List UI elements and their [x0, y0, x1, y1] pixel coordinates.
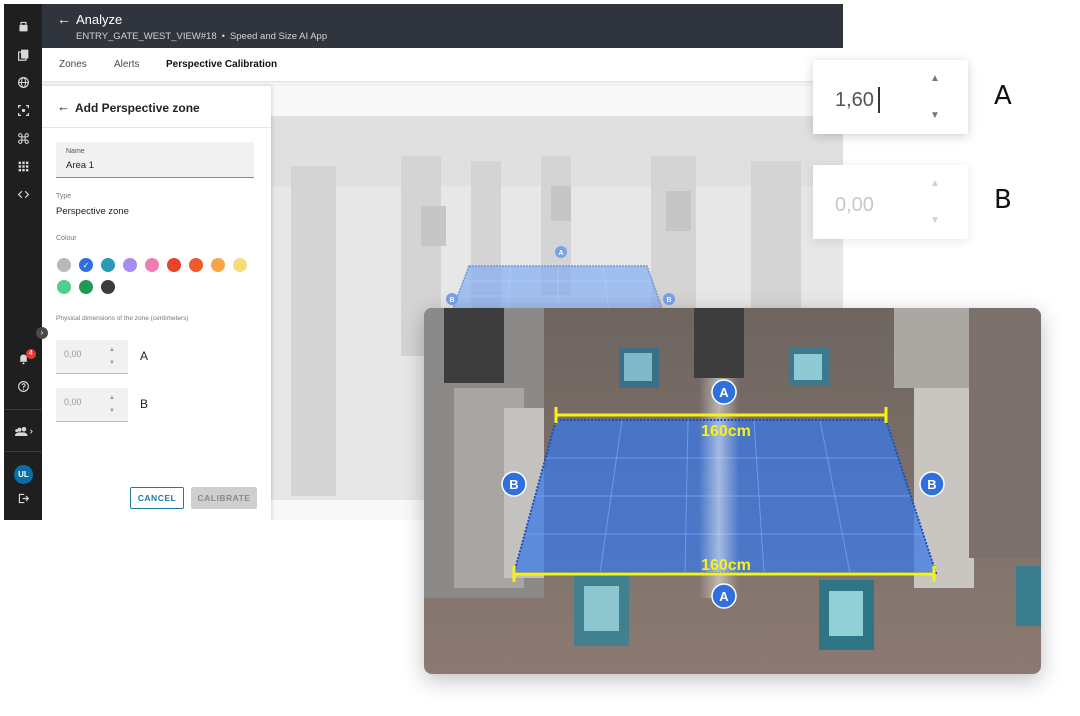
dimensions-label: Physical dimensions of the zone (centime… — [56, 315, 189, 322]
help-icon[interactable] — [13, 376, 33, 396]
colour-swatch[interactable] — [145, 258, 159, 272]
colour-swatch[interactable] — [211, 258, 225, 272]
colour-swatch[interactable] — [233, 258, 247, 272]
colour-swatch[interactable] — [189, 258, 203, 272]
globe-icon[interactable] — [13, 72, 33, 92]
zoom-dimension-b-field[interactable]: 0,00 ▲ ▼ — [813, 165, 968, 239]
command-icon[interactable] — [13, 128, 33, 148]
name-value[interactable]: Area 1 — [66, 160, 94, 171]
dimension-b-stepper[interactable]: ▲ ▼ — [56, 388, 128, 422]
rail-collapse-button[interactable]: › — [36, 327, 48, 339]
notification-badge: 4 — [26, 349, 36, 359]
rail-divider — [4, 409, 42, 410]
svg-text:A: A — [719, 589, 729, 604]
add-zone-panel: ← Add Perspective zone Name Area 1 Type … — [42, 86, 271, 520]
panel-title: Add Perspective zone — [75, 101, 200, 115]
colour-swatch[interactable] — [101, 280, 115, 294]
logout-icon[interactable] — [13, 488, 33, 508]
dimension-b-down-icon[interactable]: ▼ — [109, 408, 115, 414]
calibrate-button[interactable]: CALIBRATE — [191, 487, 257, 509]
name-field[interactable]: Name Area 1 — [56, 142, 254, 178]
zoom-b-up-icon[interactable]: ▲ — [930, 178, 940, 189]
camera-name: ENTRY_GATE_WEST_VIEW#18 — [76, 31, 217, 42]
side-rail: 4 UL — [4, 4, 42, 520]
rail-divider — [4, 451, 42, 452]
cameras-icon[interactable] — [13, 16, 33, 36]
app-name: Speed and Size AI App — [229, 31, 328, 42]
type-value: Perspective zone — [56, 206, 129, 217]
zoom-a-value[interactable]: 1,60 — [835, 89, 874, 112]
page-header: ← Analyze ENTRY_GATE_WEST_VIEW#18 • Speed … — [42, 4, 843, 48]
panel-header: ← Add Perspective zone — [42, 86, 271, 128]
team-icon[interactable] — [11, 421, 37, 441]
top-measure-label: 160cm — [701, 423, 751, 440]
svg-text:A: A — [719, 385, 729, 400]
marker-a-bottom[interactable]: A — [711, 583, 737, 609]
tab-alerts[interactable]: Alerts — [114, 59, 140, 70]
dimension-b-tag: B — [140, 397, 149, 411]
zoom-a-up-icon[interactable]: ▲ — [930, 73, 940, 84]
dimension-a-up-icon[interactable]: ▲ — [109, 347, 115, 353]
cancel-button[interactable]: CANCEL — [130, 487, 184, 509]
type-label: Type — [56, 193, 72, 200]
back-arrow-icon[interactable]: ← — [57, 11, 71, 27]
colour-swatch[interactable] — [123, 258, 137, 272]
avatar[interactable]: UL — [14, 465, 33, 484]
dimension-a-tag: A — [140, 349, 149, 363]
zoom-a-down-icon[interactable]: ▼ — [930, 110, 940, 121]
colour-swatch[interactable] — [167, 258, 181, 272]
zoom-a-tag: A — [994, 81, 1012, 111]
dimension-b-input[interactable] — [64, 397, 104, 407]
colour-swatch[interactable] — [57, 258, 71, 272]
colour-swatch[interactable] — [79, 280, 93, 294]
tab-bar: Zones Alerts Perspective Calibration — [42, 48, 843, 82]
check-icon: ✓ — [82, 260, 90, 270]
zoom-b-tag: B — [994, 185, 1012, 215]
page-subtitle: ENTRY_GATE_WEST_VIEW#18 • Speed and Size A… — [76, 31, 327, 42]
focus-icon[interactable] — [13, 100, 33, 120]
dimension-b-up-icon[interactable]: ▲ — [109, 395, 115, 401]
zoom-b-value[interactable]: 0,00 — [835, 194, 874, 217]
page-title: Analyze — [76, 12, 123, 27]
zoomed-camera-view: 160cm 160cm A A B B — [424, 308, 1041, 674]
apps-grid-icon[interactable] — [13, 156, 33, 176]
library-icon[interactable] — [13, 44, 33, 64]
separator-dot: • — [221, 31, 225, 42]
marker-b-left[interactable]: B — [501, 471, 527, 497]
dimension-a-down-icon[interactable]: ▼ — [109, 360, 115, 366]
svg-text:B: B — [927, 477, 936, 492]
bottom-measure-label: 160cm — [701, 557, 751, 574]
zoom-dimension-a-field[interactable]: 1,60 ▲ ▼ — [813, 60, 968, 134]
text-cursor — [878, 87, 880, 113]
colour-swatch[interactable] — [101, 258, 115, 272]
zoom-b-down-icon[interactable]: ▼ — [930, 215, 940, 226]
dimension-a-input[interactable] — [64, 349, 104, 359]
marker-a-top[interactable]: A — [711, 379, 737, 405]
svg-text:B: B — [509, 477, 518, 492]
dimension-a-stepper[interactable]: ▲ ▼ — [56, 340, 128, 374]
name-label: Name — [66, 148, 85, 155]
tab-perspective-calibration[interactable]: Perspective Calibration — [166, 59, 277, 70]
code-icon[interactable] — [13, 184, 33, 204]
colour-label: Colour — [56, 235, 77, 242]
marker-b-right[interactable]: B — [919, 471, 945, 497]
colour-swatch[interactable]: ✓ — [79, 258, 93, 272]
colour-swatch[interactable] — [57, 280, 71, 294]
panel-back-arrow-icon[interactable]: ← — [57, 99, 70, 114]
tab-zones[interactable]: Zones — [59, 59, 87, 70]
